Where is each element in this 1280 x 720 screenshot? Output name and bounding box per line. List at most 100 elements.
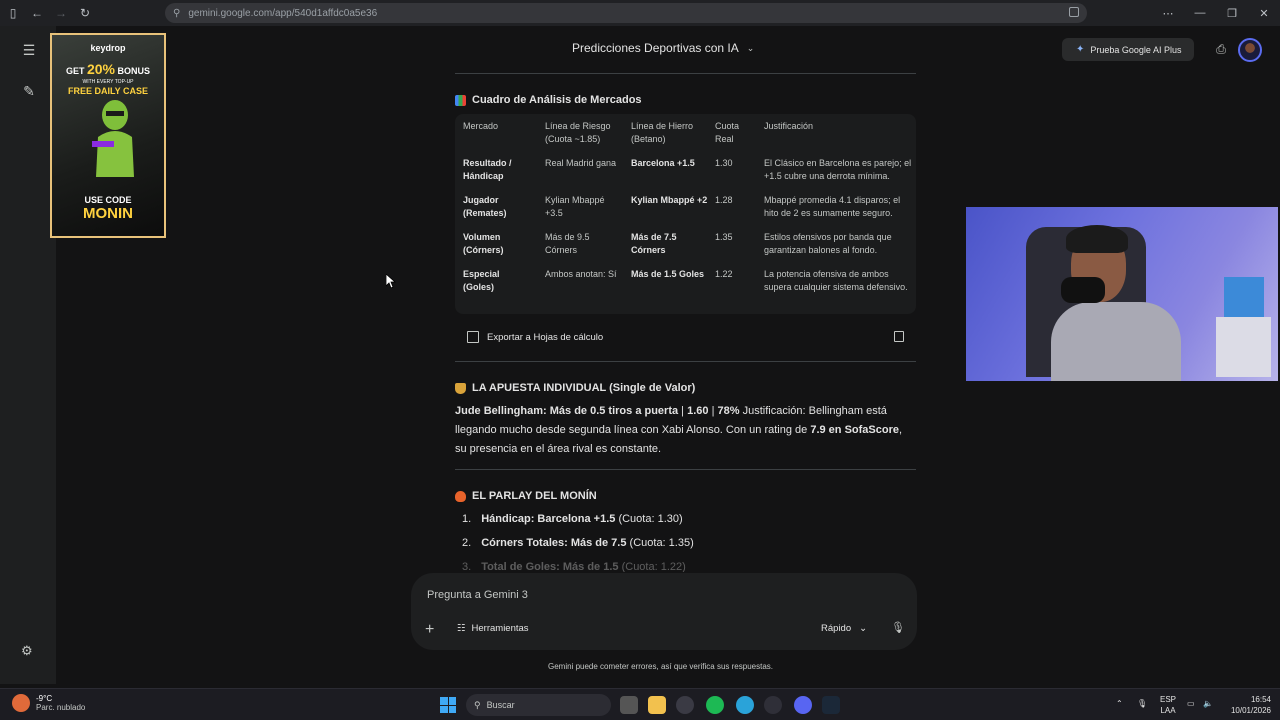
- table-header: Cuota Real: [715, 121, 740, 144]
- volume-icon[interactable]: 🔈: [1203, 698, 1213, 709]
- search-icon: ⚲: [474, 699, 481, 710]
- single-paragraph: Jude Bellingham: Más de 0.5 tiros a puer…: [455, 405, 903, 455]
- analysis-heading: Cuadro de Análisis de Mercados: [455, 94, 642, 106]
- table-cell: 1.30: [715, 158, 733, 168]
- weather-widget[interactable]: -9°C Parc. nublado: [12, 694, 85, 712]
- table-cell: Ambos anotan: Sí: [545, 269, 617, 279]
- single-heading: LA APUESTA INDIVIDUAL (Single de Valor): [455, 382, 695, 394]
- tools-button[interactable]: ☷ Herramientas: [457, 623, 529, 634]
- table-cell: Estilos ofensivos por banda que garantiz…: [764, 232, 892, 255]
- table-cell: Más de 9.5 Córners: [545, 232, 590, 255]
- divider: [455, 361, 916, 362]
- keydrop-ad[interactable]: keydrop GET 20% BONUS WITH EVERY TOP-UP …: [50, 33, 166, 238]
- table-header: Línea de Riesgo (Cuota ~1.85): [545, 121, 611, 144]
- new-chat-icon[interactable]: ✎: [19, 81, 39, 101]
- ad-brand: keydrop: [90, 43, 126, 53]
- table-cell: El Clásico en Barcelona es parejo; el +1…: [764, 158, 912, 181]
- list-item: 2. Córners Totales: Más de 7.5 (Cuota: 1.…: [462, 537, 694, 549]
- table-cell: Mbappé promedia 4.1 disparos; el hito de…: [764, 195, 901, 218]
- file-explorer-icon[interactable]: [648, 696, 666, 714]
- table-cell: 1.35: [715, 232, 733, 242]
- table-cell: Barcelona +1.5: [631, 158, 695, 168]
- prompt-input[interactable]: Pregunta a Gemini 3: [427, 589, 528, 601]
- trophy-icon: [455, 382, 466, 394]
- telegram-icon[interactable]: [736, 696, 754, 714]
- browser-toolbar: ▯ ← → ↻ ⚲ gemini.google.com/app/540d1aff…: [0, 0, 1280, 26]
- disclaimer: Gemini puede cometer errores, así que ve…: [548, 662, 773, 671]
- divider: [455, 73, 916, 74]
- table-cell: Real Madrid gana: [545, 158, 617, 168]
- table-cell: Especial (Goles): [463, 269, 500, 292]
- url-text: gemini.google.com/app/540d1affdc0a5e36: [188, 7, 378, 19]
- sliders-icon: ☷: [457, 623, 466, 634]
- settings-icon[interactable]: ⚙: [21, 643, 33, 659]
- table-cell: 1.28: [715, 195, 733, 205]
- copy-icon[interactable]: [894, 331, 904, 342]
- sidebar-toggle-icon[interactable]: ▯: [2, 2, 24, 24]
- avatar[interactable]: [1238, 38, 1262, 62]
- table-cell: Más de 1.5 Goles: [631, 269, 705, 279]
- reader-mode-icon[interactable]: [1069, 7, 1079, 17]
- try-ai-plus-button[interactable]: ✦ Prueba Google AI Plus: [1062, 38, 1194, 61]
- parlay-heading: EL PARLAY DEL MONÍN: [455, 490, 597, 502]
- ad-code: MONIN: [83, 205, 133, 222]
- table-cell: 1.22: [715, 269, 733, 279]
- steam-icon[interactable]: [822, 696, 840, 714]
- side-rail: ☰ ✎: [0, 26, 56, 684]
- taskbar-search[interactable]: ⚲ Buscar: [466, 694, 611, 716]
- ad-use-code: USE CODE: [84, 195, 132, 205]
- discord-icon[interactable]: [794, 696, 812, 714]
- weather-icon: [12, 694, 30, 712]
- mode-selector[interactable]: Rápido ⌄: [821, 623, 867, 634]
- ad-offer: FREE DAILY CASE: [67, 86, 149, 96]
- ad-subline: WITH EVERY TOP-UP: [82, 79, 134, 85]
- app-icon[interactable]: [764, 696, 782, 714]
- print-icon[interactable]: ⎙: [1213, 41, 1229, 57]
- chevron-down-icon: ⌄: [859, 623, 868, 634]
- task-view-icon[interactable]: [620, 696, 638, 714]
- network-icon[interactable]: ▭: [1187, 698, 1195, 709]
- table-cell: Kylian Mbappé +2: [631, 195, 708, 205]
- mic-tray-icon[interactable]: 🎙: [1137, 698, 1147, 709]
- cursor-icon: [386, 274, 396, 288]
- export-sheets-button[interactable]: Exportar a Hojas de cálculo: [455, 324, 916, 350]
- temperature: -9°C: [36, 694, 53, 703]
- taskbar: -9°C Parc. nublado ⚲ Buscar ⌃ 🎙 ESP LAA …: [0, 688, 1280, 720]
- start-icon[interactable]: [440, 697, 456, 713]
- table-cell: Kylian Mbappé +3.5: [545, 195, 605, 218]
- table-cell: Más de 7.5 Córners: [631, 232, 677, 255]
- sparkle-icon: ✦: [1076, 44, 1085, 55]
- conversation-title[interactable]: Predicciones Deportivas con IA ⌄: [572, 41, 754, 55]
- list-item: 1. Hándicap: Barcelona +1.5 (Cuota: 1.30): [462, 513, 683, 525]
- add-icon[interactable]: +: [425, 621, 434, 639]
- menu-icon[interactable]: ☰: [19, 40, 39, 60]
- ad-headline: GET 20% BONUS: [65, 61, 151, 77]
- more-icon[interactable]: ⋯: [1152, 0, 1184, 26]
- table-cell: Jugador (Remates): [463, 195, 507, 218]
- chrome-icon[interactable]: [676, 696, 694, 714]
- fire-icon: [455, 490, 466, 502]
- bar-chart-icon: [455, 94, 466, 106]
- language-indicator[interactable]: ESP LAA: [1160, 694, 1176, 716]
- prompt-box[interactable]: Pregunta a Gemini 3 + ☷ Herramientas Ráp…: [411, 573, 917, 650]
- webcam-overlay: [966, 207, 1278, 381]
- site-info-icon[interactable]: ⚲: [173, 8, 180, 19]
- list-item: 3. Total de Goles: Más de 1.5 (Cuota: 1.2…: [462, 561, 686, 572]
- close-icon[interactable]: ✕: [1248, 0, 1280, 26]
- table-header: Línea de Hierro (Betano): [631, 121, 694, 144]
- mic-icon[interactable]: 🎙: [891, 621, 905, 634]
- table-cell: La potencia ofensiva de ambos supera cua…: [764, 269, 908, 292]
- table-header: Mercado: [463, 121, 499, 131]
- clock[interactable]: 16:54 10/01/2026: [1227, 694, 1271, 716]
- chevron-up-icon[interactable]: ⌃: [1116, 698, 1123, 709]
- minimize-icon[interactable]: —: [1184, 0, 1216, 26]
- reload-icon[interactable]: ↻: [74, 2, 96, 24]
- address-bar[interactable]: ⚲ gemini.google.com/app/540d1affdc0a5e36: [165, 3, 1087, 23]
- ad-character-illustration: [92, 100, 134, 177]
- table-header: Justificación: [764, 121, 814, 131]
- back-icon[interactable]: ←: [26, 2, 48, 24]
- spotify-icon[interactable]: [706, 696, 724, 714]
- forward-icon[interactable]: →: [50, 2, 72, 24]
- restore-icon[interactable]: ❐: [1216, 0, 1248, 26]
- chevron-down-icon: ⌄: [746, 42, 755, 53]
